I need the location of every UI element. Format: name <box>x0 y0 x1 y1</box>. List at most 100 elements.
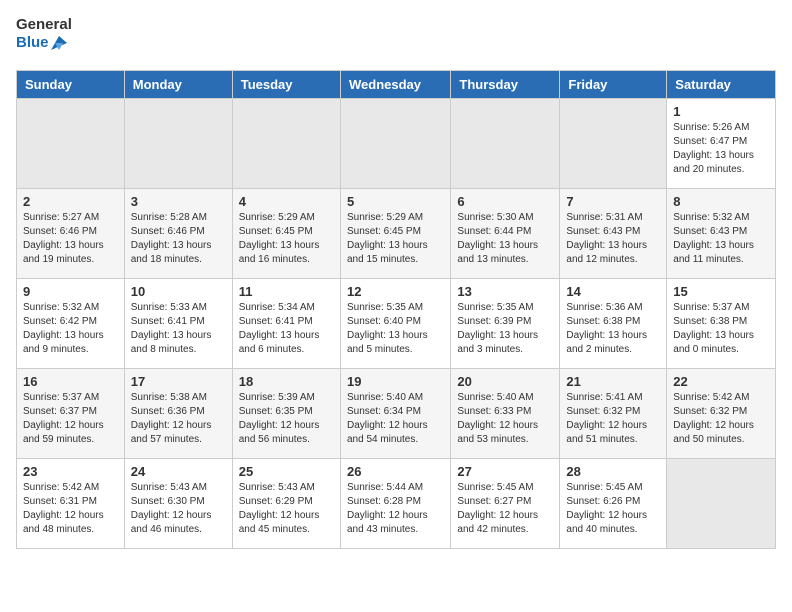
day-cell: 3 Sunrise: 5:28 AM Sunset: 6:46 PM Daylig… <box>124 189 232 279</box>
day-number: 12 <box>347 284 444 299</box>
day-cell: 23Sunrise: 5:42 AM Sunset: 6:31 PM Dayli… <box>17 459 125 549</box>
day-cell: 12 Sunrise: 5:35 AM Sunset: 6:40 PM Dayli… <box>340 279 450 369</box>
day-cell <box>560 99 667 189</box>
day-number: 7 <box>566 194 660 209</box>
page-header: General Blue <box>16 16 776 58</box>
day-cell: 16 Sunrise: 5:37 AM Sunset: 6:37 PM Dayli… <box>17 369 125 459</box>
day-cell: 18 Sunrise: 5:39 AM Sunset: 6:35 PM Dayli… <box>232 369 340 459</box>
header-wednesday: Wednesday <box>340 71 450 99</box>
logo: General Blue <box>16 16 68 58</box>
day-cell: 20 Sunrise: 5:40 AM Sunset: 6:33 PM Dayli… <box>451 369 560 459</box>
day-info: Sunrise: 5:32 AM Sunset: 6:42 PM Dayligh… <box>23 301 118 357</box>
day-info: Sunrise: 5:26 AM Sunset: 6:47 PM Dayligh… <box>673 121 769 177</box>
day-info: Sunrise: 5:33 AM Sunset: 6:41 PM Dayligh… <box>131 301 226 357</box>
day-info: Sunrise: 5:35 AM Sunset: 6:40 PM Dayligh… <box>347 301 444 357</box>
day-number: 25 <box>239 464 334 479</box>
day-number: 14 <box>566 284 660 299</box>
day-info: Sunrise: 5:42 AM Sunset: 6:32 PM Dayligh… <box>673 391 769 447</box>
header-saturday: Saturday <box>667 71 776 99</box>
day-number: 15 <box>673 284 769 299</box>
day-number: 9 <box>23 284 118 299</box>
day-info: Sunrise: 5:29 AM Sunset: 6:45 PM Dayligh… <box>239 211 334 267</box>
day-info: Sunrise: 5:30 AM Sunset: 6:44 PM Dayligh… <box>457 211 553 267</box>
day-cell: 4 Sunrise: 5:29 AM Sunset: 6:45 PM Daylig… <box>232 189 340 279</box>
day-info: Sunrise: 5:37 AM Sunset: 6:38 PM Dayligh… <box>673 301 769 357</box>
day-info: Sunrise: 5:35 AM Sunset: 6:39 PM Dayligh… <box>457 301 553 357</box>
day-number: 18 <box>239 374 334 389</box>
day-number: 20 <box>457 374 553 389</box>
day-cell: 6 Sunrise: 5:30 AM Sunset: 6:44 PM Daylig… <box>451 189 560 279</box>
day-cell: 24 Sunrise: 5:43 AM Sunset: 6:30 PM Dayli… <box>124 459 232 549</box>
day-number: 27 <box>457 464 553 479</box>
day-cell: 5 Sunrise: 5:29 AM Sunset: 6:45 PM Daylig… <box>340 189 450 279</box>
day-cell: 19Sunrise: 5:40 AM Sunset: 6:34 PM Dayli… <box>340 369 450 459</box>
header-sunday: Sunday <box>17 71 125 99</box>
day-cell: 26 Sunrise: 5:44 AM Sunset: 6:28 PM Dayli… <box>340 459 450 549</box>
week-row-3: 16 Sunrise: 5:37 AM Sunset: 6:37 PM Dayli… <box>17 369 776 459</box>
day-info: Sunrise: 5:32 AM Sunset: 6:43 PM Dayligh… <box>673 211 769 267</box>
day-info: Sunrise: 5:27 AM Sunset: 6:46 PM Dayligh… <box>23 211 118 267</box>
day-number: 16 <box>23 374 118 389</box>
day-info: Sunrise: 5:43 AM Sunset: 6:30 PM Dayligh… <box>131 481 226 537</box>
day-cell: 11 Sunrise: 5:34 AM Sunset: 6:41 PM Dayli… <box>232 279 340 369</box>
day-cell: 9 Sunrise: 5:32 AM Sunset: 6:42 PM Daylig… <box>17 279 125 369</box>
day-number: 24 <box>131 464 226 479</box>
calendar-body: 1 Sunrise: 5:26 AM Sunset: 6:47 PM Daylig… <box>17 99 776 549</box>
day-info: Sunrise: 5:34 AM Sunset: 6:41 PM Dayligh… <box>239 301 334 357</box>
logo-bird-icon <box>51 36 67 50</box>
week-row-1: 2Sunrise: 5:27 AM Sunset: 6:46 PM Daylig… <box>17 189 776 279</box>
day-cell: 14 Sunrise: 5:36 AM Sunset: 6:38 PM Dayli… <box>560 279 667 369</box>
day-info: Sunrise: 5:41 AM Sunset: 6:32 PM Dayligh… <box>566 391 660 447</box>
day-info: Sunrise: 5:29 AM Sunset: 6:45 PM Dayligh… <box>347 211 444 267</box>
logo-general: General <box>16 16 68 34</box>
day-info: Sunrise: 5:45 AM Sunset: 6:26 PM Dayligh… <box>566 481 660 537</box>
day-cell: 22 Sunrise: 5:42 AM Sunset: 6:32 PM Dayli… <box>667 369 776 459</box>
day-number: 26 <box>347 464 444 479</box>
day-cell <box>17 99 125 189</box>
day-info: Sunrise: 5:31 AM Sunset: 6:43 PM Dayligh… <box>566 211 660 267</box>
day-cell: 25 Sunrise: 5:43 AM Sunset: 6:29 PM Dayli… <box>232 459 340 549</box>
day-cell: 15 Sunrise: 5:37 AM Sunset: 6:38 PM Dayli… <box>667 279 776 369</box>
day-number: 13 <box>457 284 553 299</box>
day-info: Sunrise: 5:40 AM Sunset: 6:33 PM Dayligh… <box>457 391 553 447</box>
day-number: 10 <box>131 284 226 299</box>
week-row-2: 9 Sunrise: 5:32 AM Sunset: 6:42 PM Daylig… <box>17 279 776 369</box>
header-friday: Friday <box>560 71 667 99</box>
day-cell <box>340 99 450 189</box>
day-cell: 21Sunrise: 5:41 AM Sunset: 6:32 PM Dayli… <box>560 369 667 459</box>
day-info: Sunrise: 5:28 AM Sunset: 6:46 PM Dayligh… <box>131 211 226 267</box>
day-cell <box>124 99 232 189</box>
day-cell <box>232 99 340 189</box>
day-cell: 27Sunrise: 5:45 AM Sunset: 6:27 PM Dayli… <box>451 459 560 549</box>
day-info: Sunrise: 5:39 AM Sunset: 6:35 PM Dayligh… <box>239 391 334 447</box>
day-info: Sunrise: 5:37 AM Sunset: 6:37 PM Dayligh… <box>23 391 118 447</box>
day-number: 28 <box>566 464 660 479</box>
day-number: 3 <box>131 194 226 209</box>
day-info: Sunrise: 5:42 AM Sunset: 6:31 PM Dayligh… <box>23 481 118 537</box>
day-number: 1 <box>673 104 769 119</box>
day-number: 5 <box>347 194 444 209</box>
logo-container: General Blue <box>16 16 68 58</box>
day-number: 8 <box>673 194 769 209</box>
day-info: Sunrise: 5:44 AM Sunset: 6:28 PM Dayligh… <box>347 481 444 537</box>
day-number: 4 <box>239 194 334 209</box>
week-row-4: 23Sunrise: 5:42 AM Sunset: 6:31 PM Dayli… <box>17 459 776 549</box>
day-number: 17 <box>131 374 226 389</box>
calendar-header-row: SundayMondayTuesdayWednesdayThursdayFrid… <box>17 71 776 99</box>
day-cell: 10 Sunrise: 5:33 AM Sunset: 6:41 PM Dayli… <box>124 279 232 369</box>
day-cell: 17 Sunrise: 5:38 AM Sunset: 6:36 PM Dayli… <box>124 369 232 459</box>
header-monday: Monday <box>124 71 232 99</box>
day-info: Sunrise: 5:36 AM Sunset: 6:38 PM Dayligh… <box>566 301 660 357</box>
header-thursday: Thursday <box>451 71 560 99</box>
day-cell: 13 Sunrise: 5:35 AM Sunset: 6:39 PM Dayli… <box>451 279 560 369</box>
day-number: 22 <box>673 374 769 389</box>
week-row-0: 1 Sunrise: 5:26 AM Sunset: 6:47 PM Daylig… <box>17 99 776 189</box>
day-info: Sunrise: 5:43 AM Sunset: 6:29 PM Dayligh… <box>239 481 334 537</box>
day-cell: 28 Sunrise: 5:45 AM Sunset: 6:26 PM Dayli… <box>560 459 667 549</box>
day-cell: 2Sunrise: 5:27 AM Sunset: 6:46 PM Daylig… <box>17 189 125 279</box>
day-number: 11 <box>239 284 334 299</box>
day-number: 6 <box>457 194 553 209</box>
day-info: Sunrise: 5:38 AM Sunset: 6:36 PM Dayligh… <box>131 391 226 447</box>
logo-blue: Blue <box>16 34 68 52</box>
calendar-table: SundayMondayTuesdayWednesdayThursdayFrid… <box>16 70 776 549</box>
